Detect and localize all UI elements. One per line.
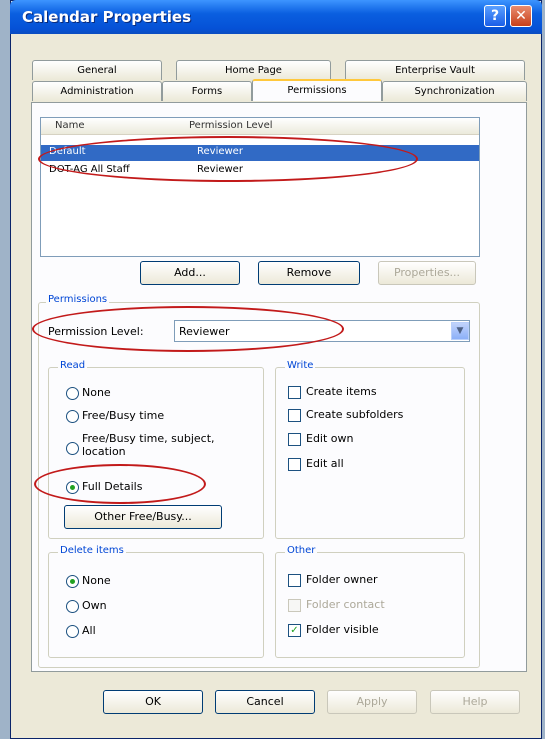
row-name: DOT-AG All Staff bbox=[49, 164, 130, 175]
read-freebusy-subject-label[interactable]: Free/Busy time, subject, location bbox=[82, 432, 258, 456]
other-free-busy-button[interactable]: Other Free/Busy... bbox=[64, 505, 222, 529]
column-header-permission-level[interactable]: Permission Level bbox=[189, 120, 273, 131]
edit-own-checkbox[interactable] bbox=[288, 433, 301, 446]
folder-visible-label[interactable]: Folder visible bbox=[306, 623, 379, 636]
remove-button[interactable]: Remove bbox=[258, 261, 360, 285]
apply-button[interactable]: Apply bbox=[327, 690, 417, 714]
delete-all-radio[interactable] bbox=[66, 625, 79, 638]
help-icon[interactable]: ? bbox=[484, 5, 506, 27]
tab-general[interactable]: General bbox=[32, 60, 162, 80]
tab-permissions[interactable]: Permissions bbox=[252, 79, 382, 101]
delete-all-label[interactable]: All bbox=[82, 624, 96, 637]
tab-enterprise-vault[interactable]: Enterprise Vault bbox=[345, 60, 525, 80]
cancel-button[interactable]: Cancel bbox=[215, 690, 315, 714]
create-subfolders-label[interactable]: Create subfolders bbox=[306, 408, 403, 421]
row-level: Reviewer bbox=[197, 146, 243, 157]
row-level: Reviewer bbox=[197, 164, 243, 175]
delete-own-label[interactable]: Own bbox=[82, 599, 107, 612]
list-header: Name Permission Level bbox=[41, 118, 479, 135]
permissions-legend: Permissions bbox=[46, 294, 110, 305]
read-freebusy-radio[interactable] bbox=[66, 410, 79, 423]
permission-list[interactable]: Name Permission Level Default Reviewer D… bbox=[40, 117, 480, 257]
permission-level-label: Permission Level: bbox=[48, 325, 144, 338]
read-legend: Read bbox=[58, 360, 88, 371]
write-legend: Write bbox=[285, 360, 316, 371]
list-row-default[interactable]: Default Reviewer bbox=[41, 145, 479, 161]
create-items-label[interactable]: Create items bbox=[306, 385, 377, 398]
edit-all-checkbox[interactable] bbox=[288, 458, 301, 471]
delete-none-radio[interactable] bbox=[66, 575, 79, 588]
window-title: Calendar Properties bbox=[22, 8, 192, 26]
edit-all-label[interactable]: Edit all bbox=[306, 457, 344, 470]
tab-synchronization[interactable]: Synchronization bbox=[382, 81, 527, 101]
column-header-name[interactable]: Name bbox=[55, 120, 85, 131]
properties-button[interactable]: Properties... bbox=[378, 261, 476, 285]
tab-home-page[interactable]: Home Page bbox=[176, 60, 331, 80]
delete-items-group bbox=[48, 552, 264, 658]
read-none-label[interactable]: None bbox=[82, 386, 111, 399]
other-legend: Other bbox=[285, 545, 318, 556]
help-button[interactable]: Help bbox=[430, 690, 520, 714]
list-row-staff[interactable]: DOT-AG All Staff Reviewer bbox=[41, 163, 479, 179]
permission-level-value: Reviewer bbox=[179, 325, 230, 338]
permission-level-select[interactable]: Reviewer ▼ bbox=[174, 320, 470, 342]
create-items-checkbox[interactable] bbox=[288, 386, 301, 399]
read-none-radio[interactable] bbox=[66, 387, 79, 400]
add-button[interactable]: Add... bbox=[140, 261, 240, 285]
read-full-details-label[interactable]: Full Details bbox=[82, 480, 142, 493]
create-subfolders-checkbox[interactable] bbox=[288, 409, 301, 422]
delete-none-label[interactable]: None bbox=[82, 574, 111, 587]
ok-button[interactable]: OK bbox=[103, 690, 203, 714]
chevron-down-icon[interactable]: ▼ bbox=[451, 322, 469, 340]
row-name: Default bbox=[49, 146, 86, 157]
delete-own-radio[interactable] bbox=[66, 600, 79, 613]
edit-own-label[interactable]: Edit own bbox=[306, 432, 354, 445]
close-icon[interactable]: ✕ bbox=[510, 5, 532, 27]
tab-forms[interactable]: Forms bbox=[162, 81, 252, 101]
read-full-details-radio[interactable] bbox=[66, 481, 79, 494]
read-freebusy-subject-radio[interactable] bbox=[66, 442, 79, 455]
folder-contact-checkbox bbox=[288, 599, 301, 612]
delete-items-legend: Delete items bbox=[58, 545, 126, 556]
read-freebusy-label[interactable]: Free/Busy time bbox=[82, 409, 164, 422]
folder-visible-checkbox[interactable]: ✓ bbox=[288, 624, 301, 637]
folder-owner-checkbox[interactable] bbox=[288, 574, 301, 587]
folder-owner-label[interactable]: Folder owner bbox=[306, 573, 377, 586]
tab-administration[interactable]: Administration bbox=[32, 81, 162, 101]
folder-contact-label: Folder contact bbox=[306, 598, 385, 611]
